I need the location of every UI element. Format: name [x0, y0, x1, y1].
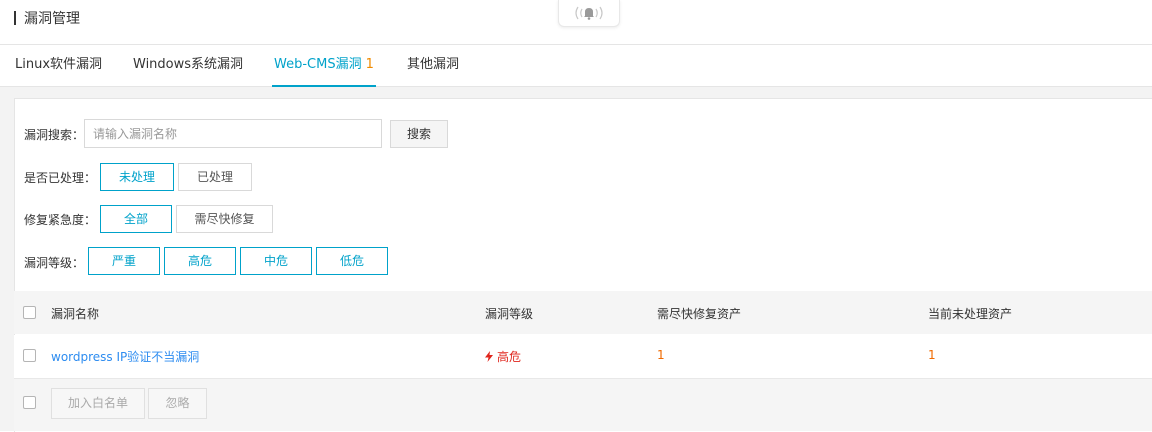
tab-windows-label: Windows系统漏洞 — [133, 57, 244, 72]
tab-windows[interactable]: Windows系统漏洞 — [133, 45, 243, 85]
urgency-label: 修复紧急度： — [24, 213, 97, 227]
title-accent-bar — [14, 11, 16, 25]
urgent-assets-count[interactable]: 1 — [657, 348, 665, 362]
filter-processed-button[interactable]: 已处理 — [178, 163, 252, 191]
batch-actions-bar: 加入白名单 忽略 — [14, 379, 1152, 431]
column-level: 漏洞等级 — [485, 307, 534, 321]
vuln-name-link[interactable]: wordpress IP验证不当漏洞 — [51, 348, 199, 365]
table-row: wordpress IP验证不当漏洞 高危 1 1 — [14, 335, 1152, 379]
vuln-level: 高危 — [485, 348, 521, 365]
tab-linux[interactable]: Linux软件漏洞 — [15, 45, 102, 85]
processed-label: 是否已处理： — [24, 171, 97, 185]
select-all-checkbox[interactable] — [23, 306, 36, 319]
level-high-button[interactable]: 高危 — [164, 247, 236, 275]
vuln-level-text: 高危 — [497, 350, 522, 364]
search-label: 漏洞搜索： — [24, 128, 85, 142]
filter-all-button[interactable]: 全部 — [100, 205, 172, 233]
search-button[interactable]: 搜索 — [390, 120, 448, 148]
tab-web-cms[interactable]: Web-CMS漏洞 1 — [272, 45, 376, 87]
bell-icon — [575, 6, 603, 20]
footer-select-all-checkbox[interactable] — [23, 396, 36, 409]
tab-web-cms-count: 1 — [365, 57, 374, 72]
tab-other-label: 其他漏洞 — [407, 57, 460, 72]
tab-other[interactable]: 其他漏洞 — [407, 45, 459, 85]
add-whitelist-button[interactable]: 加入白名单 — [51, 388, 145, 419]
column-unprocessed-assets: 当前未处理资产 — [928, 307, 1013, 321]
row-checkbox[interactable] — [23, 349, 36, 362]
table-header: 漏洞名称 漏洞等级 需尽快修复资产 当前未处理资产 — [14, 291, 1152, 334]
page-title: 漏洞管理 — [24, 11, 80, 27]
tab-web-cms-label: Web-CMS漏洞 — [274, 57, 362, 72]
unprocessed-assets-count[interactable]: 1 — [928, 348, 936, 362]
column-name: 漏洞名称 — [51, 307, 100, 321]
notification-button[interactable] — [558, 0, 620, 27]
vuln-type-tabs: Linux软件漏洞 Windows系统漏洞 Web-CMS漏洞 1 其他漏洞 — [0, 45, 1152, 87]
filter-urgent-button[interactable]: 需尽快修复 — [176, 205, 273, 233]
ignore-button[interactable]: 忽略 — [148, 388, 207, 419]
level-low-button[interactable]: 低危 — [316, 247, 388, 275]
column-urgent-assets: 需尽快修复资产 — [657, 307, 742, 321]
tab-linux-label: Linux软件漏洞 — [15, 57, 103, 72]
level-medium-button[interactable]: 中危 — [240, 247, 312, 275]
level-label: 漏洞等级： — [24, 256, 85, 270]
search-input[interactable] — [84, 119, 382, 148]
lightning-icon — [485, 351, 493, 362]
level-critical-button[interactable]: 严重 — [88, 247, 160, 275]
filter-unprocessed-button[interactable]: 未处理 — [100, 163, 174, 191]
